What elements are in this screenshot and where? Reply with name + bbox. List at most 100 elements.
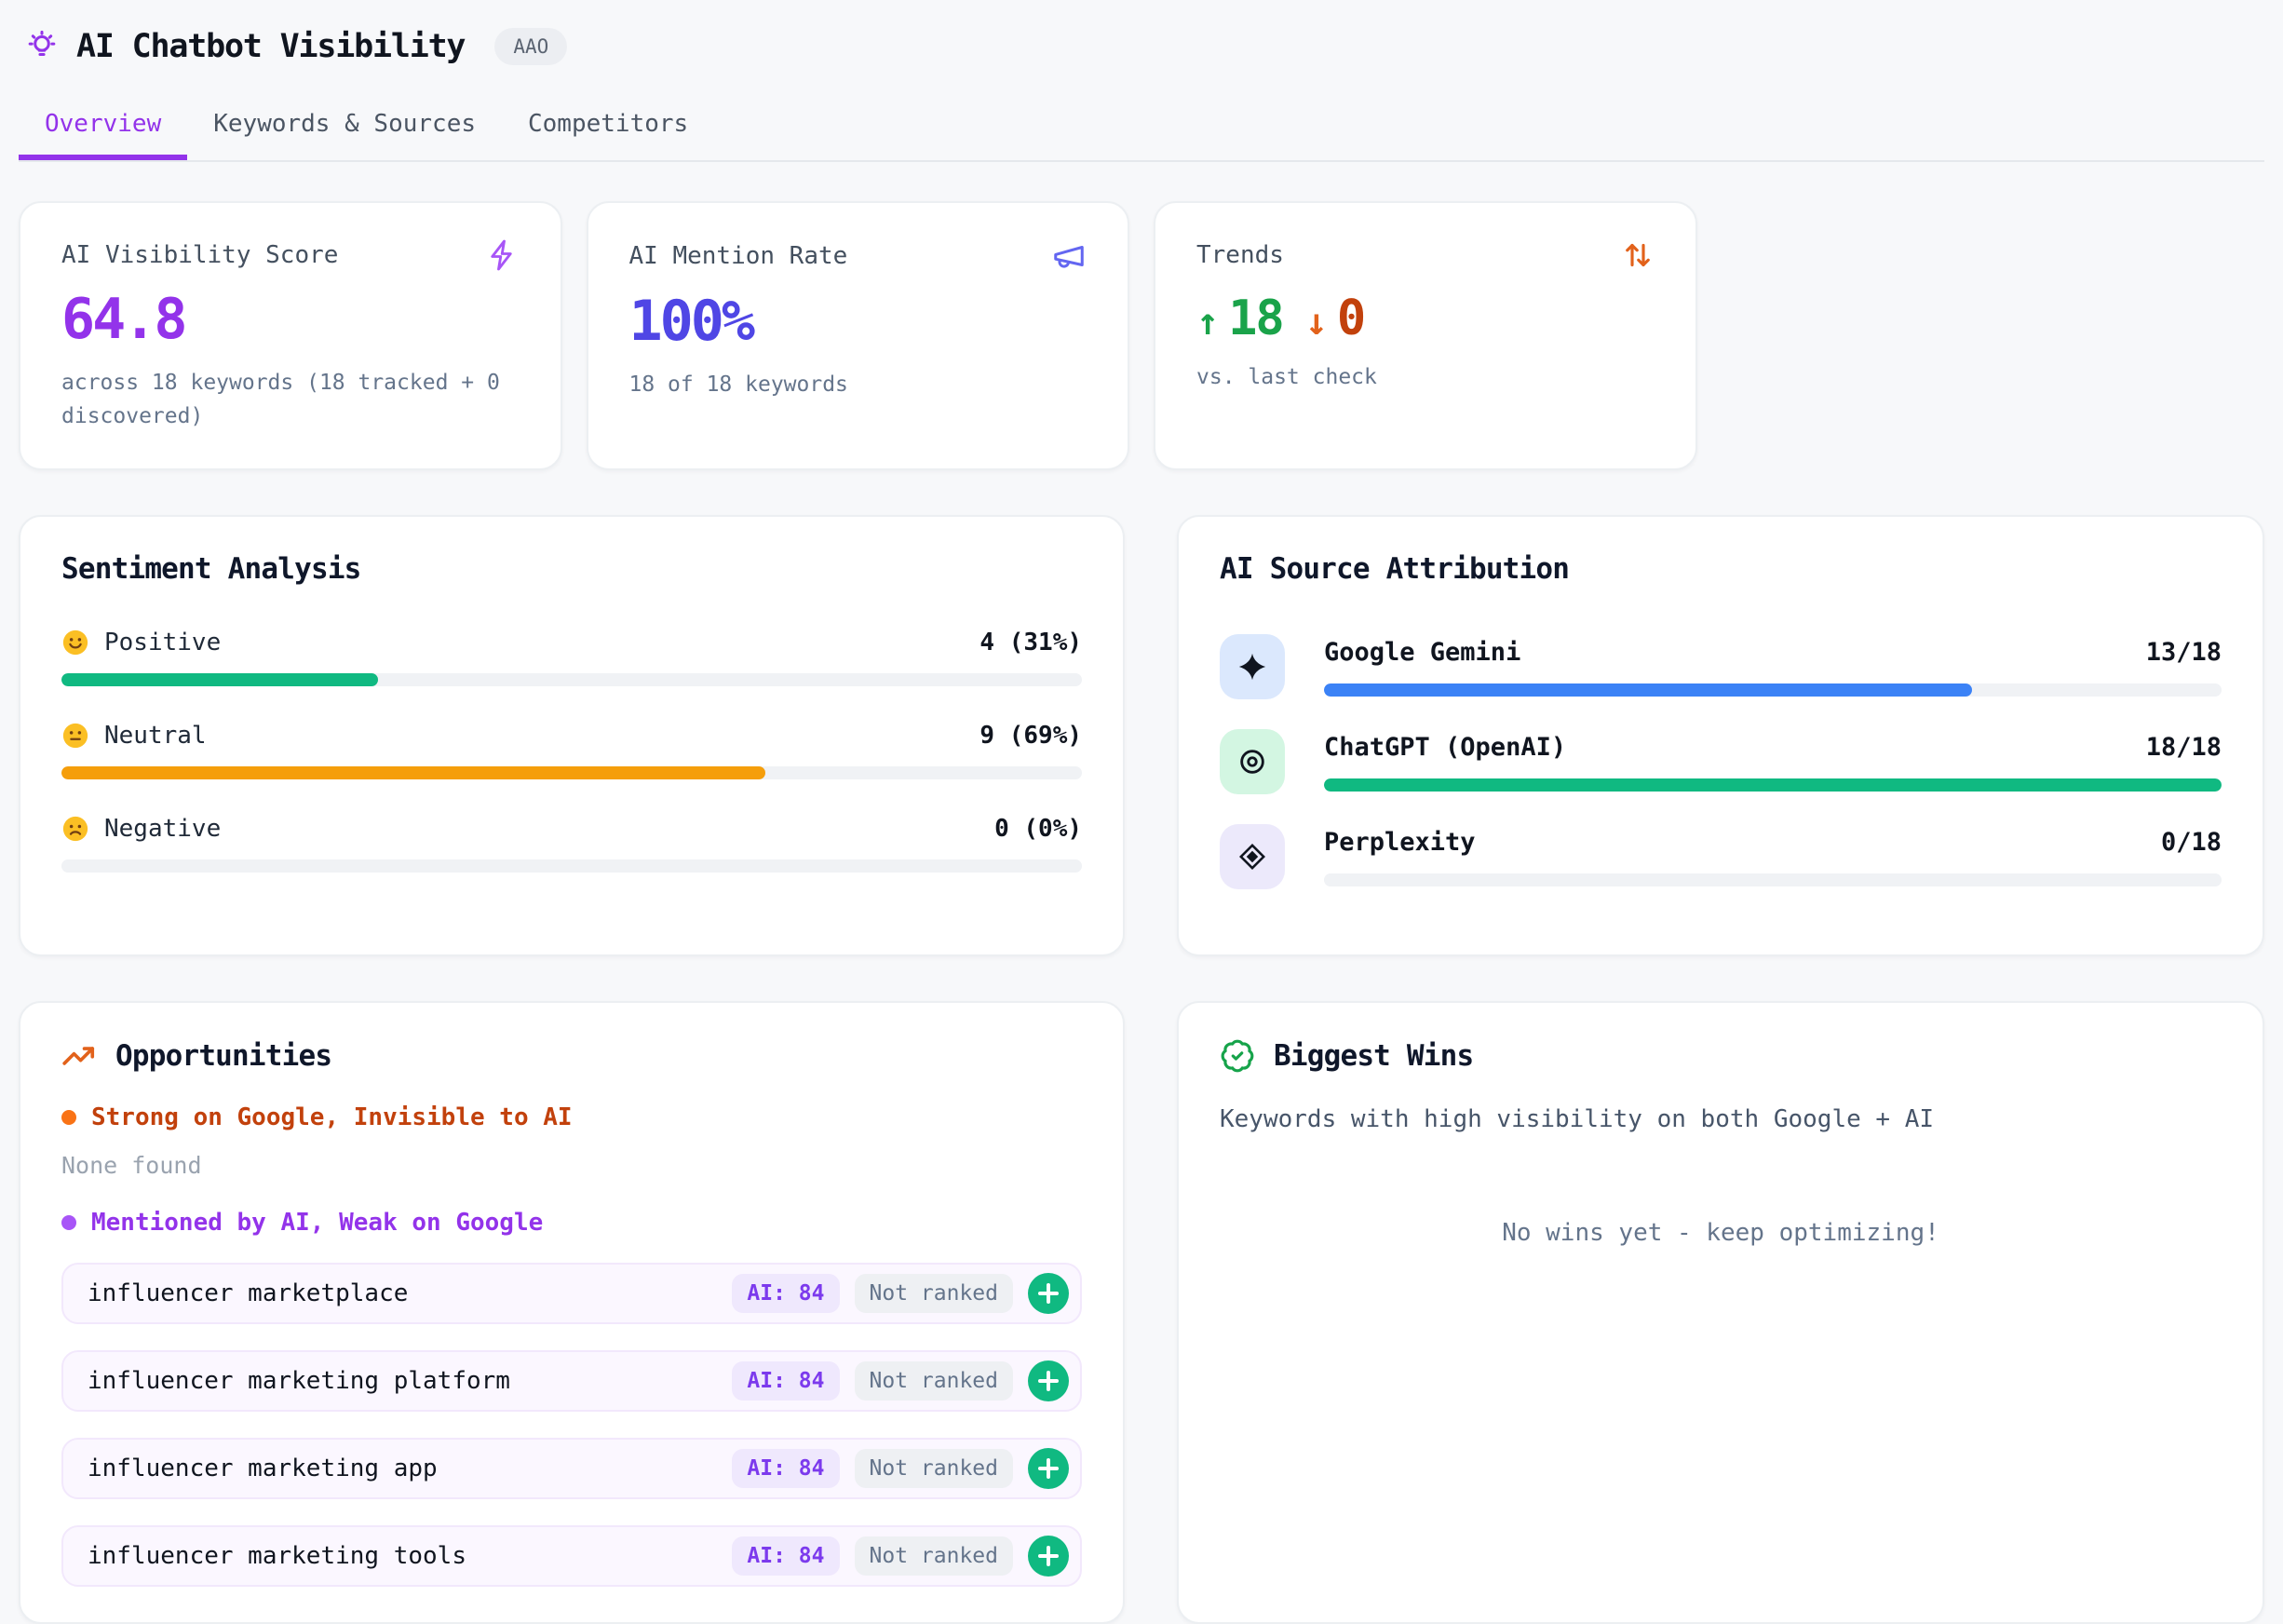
mention-rate-subtext: 18 of 18 keywords	[629, 369, 1087, 402]
ai-score-badge: AI: 84	[732, 1274, 839, 1313]
negative-emoji-icon	[61, 815, 89, 843]
keyword-text: influencer marketplace	[88, 1279, 408, 1307]
group-mentioned-by-ai-label: Mentioned by AI, Weak on Google	[61, 1209, 1082, 1237]
attribution-panel-title: AI Source Attribution	[1220, 552, 2222, 586]
source-bar-track	[1324, 778, 2222, 792]
none-found-text: None found	[61, 1152, 1082, 1179]
sentiment-label: Positive	[104, 629, 221, 656]
arrow-up-down-icon	[1621, 238, 1655, 272]
stat-cards-row: AI Visibility Score 64.8 across 18 keywo…	[19, 201, 2264, 470]
attribution-row-gemini: Google Gemini 13/18	[1220, 634, 2222, 699]
opportunity-row[interactable]: influencer marketing platform AI: 84 Not…	[61, 1350, 1082, 1412]
aao-badge: AAO	[494, 28, 567, 65]
purple-dot-icon	[61, 1215, 76, 1230]
plus-icon	[1037, 1545, 1060, 1567]
rank-badge: Not ranked	[855, 1361, 1013, 1401]
source-score: 18/18	[2146, 733, 2222, 762]
sentiment-label: Negative	[104, 815, 221, 843]
tab-overview[interactable]: Overview	[19, 93, 187, 160]
source-name: ChatGPT (OpenAI)	[1324, 733, 1566, 762]
tab-bar: Overview Keywords & Sources Competitors	[19, 93, 2264, 162]
sentiment-label: Neutral	[104, 722, 207, 750]
card-label: AI Visibility Score	[61, 241, 338, 269]
app-header: AI Chatbot Visibility AAO	[19, 0, 2264, 65]
trend-down-value: 0	[1337, 291, 1364, 346]
sentiment-row-negative: Negative 0 (0%)	[61, 815, 1082, 873]
attribution-row-chatgpt: ChatGPT (OpenAI) 18/18	[1220, 729, 2222, 794]
card-ai-visibility-score: AI Visibility Score 64.8 across 18 keywo…	[19, 201, 562, 470]
sentiment-bar-track	[61, 859, 1082, 873]
attribution-list: Google Gemini 13/18	[1220, 634, 2222, 889]
gemini-sparkle-icon	[1220, 634, 1285, 699]
ai-score-badge: AI: 84	[732, 1449, 839, 1488]
rank-badge: Not ranked	[855, 1449, 1013, 1488]
badge-check-icon	[1220, 1038, 1255, 1074]
keyword-text: influencer marketing app	[88, 1455, 438, 1482]
sentiment-value: 9 (69%)	[979, 722, 1082, 750]
opportunity-row[interactable]: influencer marketing app AI: 84 Not rank…	[61, 1438, 1082, 1499]
sentiment-bar-track	[61, 673, 1082, 686]
opportunity-row[interactable]: influencer marketplace AI: 84 Not ranked	[61, 1263, 1082, 1324]
ai-score-badge: AI: 84	[732, 1536, 839, 1576]
source-name: Perplexity	[1324, 828, 1476, 857]
source-score: 13/18	[2146, 638, 2222, 667]
plus-icon	[1037, 1282, 1060, 1305]
mention-rate-value: 100%	[629, 289, 1087, 354]
add-keyword-button[interactable]	[1028, 1536, 1069, 1577]
source-bar-track	[1324, 873, 2222, 886]
tab-keywords-sources[interactable]: Keywords & Sources	[187, 93, 502, 160]
sentiment-analysis-panel: Sentiment Analysis Posit	[19, 515, 1125, 956]
sentiment-value: 0 (0%)	[994, 815, 1082, 843]
sentiment-row-neutral: Neutral 9 (69%)	[61, 722, 1082, 779]
source-score: 0/18	[2161, 828, 2222, 857]
rank-badge: Not ranked	[855, 1536, 1013, 1576]
source-bar-fill	[1324, 683, 1972, 697]
trend-up-value: 18	[1228, 291, 1283, 346]
sentiment-row-positive: Positive 4 (31%)	[61, 629, 1082, 686]
source-name: Google Gemini	[1324, 638, 1520, 667]
keyword-text: influencer marketing tools	[88, 1542, 466, 1570]
lightbulb-icon	[24, 29, 60, 64]
rank-badge: Not ranked	[855, 1274, 1013, 1313]
trending-up-icon	[61, 1038, 97, 1074]
attribution-row-perplexity: Perplexity 0/18	[1220, 824, 2222, 889]
zap-icon	[486, 238, 520, 272]
opportunities-panel-title: Opportunities	[115, 1039, 331, 1073]
card-label: Trends	[1196, 241, 1284, 269]
sentiment-value: 4 (31%)	[979, 629, 1082, 656]
source-bar-track	[1324, 683, 2222, 697]
megaphone-icon	[1051, 238, 1087, 274]
add-keyword-button[interactable]	[1028, 1273, 1069, 1314]
visibility-score-value: 64.8	[61, 287, 520, 352]
add-keyword-button[interactable]	[1028, 1448, 1069, 1489]
wins-subtitle: Keywords with high visibility on both Go…	[1220, 1105, 2222, 1133]
ai-source-attribution-panel: AI Source Attribution Google Gemini 13/1…	[1177, 515, 2264, 956]
wins-empty-state: No wins yet - keep optimizing!	[1220, 1219, 2222, 1247]
sentiment-list: Positive 4 (31%)	[61, 629, 1082, 873]
card-label: AI Mention Rate	[629, 242, 848, 270]
trends-subtext: vs. last check	[1196, 361, 1655, 395]
chatgpt-circle-dot-icon	[1220, 729, 1285, 794]
positive-emoji-icon	[61, 629, 89, 656]
sentiment-bar-track	[61, 766, 1082, 779]
sentiment-bar-fill	[61, 673, 378, 686]
trend-down-arrow: ↓	[1305, 301, 1328, 344]
card-trends: Trends ↑ 18 ↓ 0 vs. last check	[1154, 201, 1697, 470]
keyword-text: influencer marketing platform	[88, 1367, 510, 1395]
plus-icon	[1037, 1370, 1060, 1392]
plus-icon	[1037, 1457, 1060, 1480]
source-bar-fill	[1324, 778, 2222, 792]
page-title: AI Chatbot Visibility	[76, 28, 465, 65]
neutral-emoji-icon	[61, 722, 89, 750]
trend-up-arrow: ↑	[1196, 301, 1219, 344]
wins-panel-title: Biggest Wins	[1274, 1039, 1473, 1073]
opportunity-rows: influencer marketplace AI: 84 Not ranked	[61, 1263, 1082, 1587]
opportunity-row[interactable]: influencer marketing tools AI: 84 Not ra…	[61, 1525, 1082, 1587]
visibility-score-subtext: across 18 keywords (18 tracked + 0 disco…	[61, 367, 520, 433]
dashboard-page: AI Chatbot Visibility AAO Overview Keywo…	[0, 0, 2283, 1624]
tab-competitors[interactable]: Competitors	[502, 93, 714, 160]
ai-score-badge: AI: 84	[732, 1361, 839, 1401]
add-keyword-button[interactable]	[1028, 1360, 1069, 1401]
sentiment-bar-fill	[61, 766, 765, 779]
group-strong-on-google-label: Strong on Google, Invisible to AI	[61, 1103, 1082, 1131]
